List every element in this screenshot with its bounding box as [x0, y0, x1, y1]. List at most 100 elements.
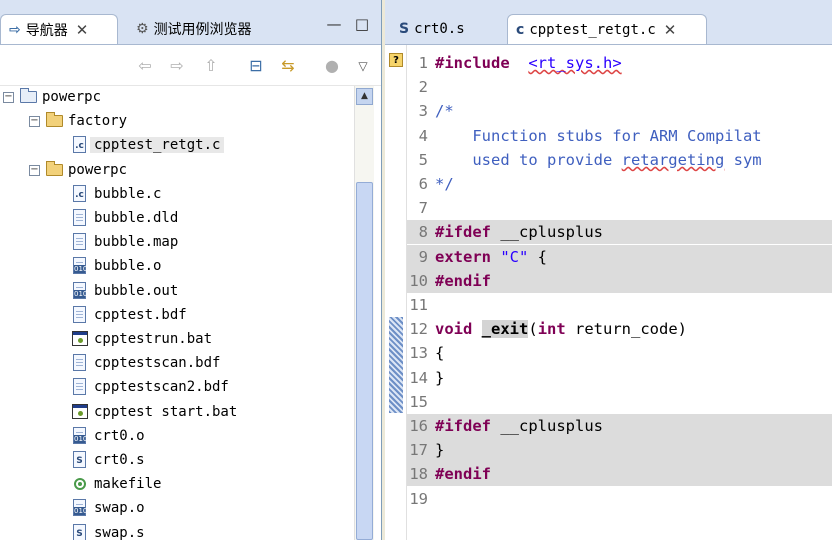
tree-item-label: powerpc	[68, 161, 128, 178]
c-file-icon: c	[516, 21, 525, 38]
view-menu-icon[interactable]: ▽	[352, 55, 374, 77]
code-line: 1 #include <rt_sys.h>	[407, 51, 832, 75]
tab-testcase-browser[interactable]: ⚙ 测试用例浏览器	[128, 14, 260, 44]
code-token: int	[537, 320, 566, 339]
code-token: {	[528, 247, 548, 266]
line-number: 12	[409, 320, 428, 339]
tree-item[interactable]: bubble.dld	[72, 207, 178, 229]
code-line: 3 /*	[407, 99, 832, 123]
expand-toggle[interactable]: −	[29, 116, 40, 128]
code-line: 19	[407, 487, 832, 511]
expand-toggle[interactable]: −	[3, 92, 14, 103]
line-number: 5	[418, 150, 428, 169]
line-number: 18	[409, 465, 428, 484]
expand-toggle[interactable]: −	[29, 164, 40, 176]
project-icon	[20, 88, 37, 106]
tree-item[interactable]: Sswap.s	[72, 522, 145, 540]
tree-item[interactable]: powerpc	[46, 159, 127, 181]
line-number: 15	[409, 392, 428, 411]
tab-crt0-s-label: crt0.s	[414, 21, 465, 37]
scroll-up-icon[interactable]: ▲	[356, 88, 373, 105]
code-token: }	[435, 441, 445, 460]
collapse-all-icon[interactable]: ⊟	[245, 55, 267, 77]
code-line: 10 #endif	[407, 268, 832, 293]
line-number: 19	[409, 489, 428, 508]
c-file-icon: .c	[72, 184, 88, 203]
tab-navigator[interactable]: ⇨ 导航器 ✕	[0, 14, 118, 44]
close-icon[interactable]: ✕	[664, 21, 677, 39]
tree-item[interactable]: bubble.map	[72, 231, 178, 253]
tab-crt0-s[interactable]: S crt0.s	[391, 14, 473, 44]
tree-item-label: swap.o	[94, 500, 145, 517]
tree-item[interactable]: cpptestscan.bdf	[72, 352, 220, 374]
code-token: {	[435, 344, 445, 363]
tree-item[interactable]: cpptestrun.bat	[72, 328, 212, 350]
close-icon[interactable]: ✕	[76, 21, 89, 39]
code-token: sym	[724, 150, 762, 169]
tree-item-label: powerpc	[42, 89, 102, 105]
editor-gutter: ?	[385, 45, 407, 540]
text-file-icon	[72, 354, 88, 372]
tree-item[interactable]: 010 bubble.o	[72, 255, 161, 277]
tree-item-label: factory	[68, 113, 128, 130]
navigator-panel: ⇨ 导航器 ✕ ⚙ 测试用例浏览器 — □ ⇦ ⇨ ⇧ ⊟ ⇆ ● ▽ − pow…	[0, 0, 382, 540]
tree-item-label: bubble.dld	[94, 210, 179, 226]
tree-item[interactable]: 010 swap.o	[72, 497, 145, 519]
tree-item[interactable]: cpptest start.bat	[72, 401, 237, 423]
code-text: #ifdef __cplusplus	[432, 417, 603, 435]
filters-icon[interactable]: ●	[321, 55, 343, 77]
code-line: 6 */	[407, 172, 832, 196]
code-text: }	[432, 441, 444, 459]
text-file-icon	[72, 233, 88, 251]
text-file-icon	[72, 305, 88, 324]
tree-item[interactable]: cpptestscan2.bdf	[72, 376, 229, 398]
code-line: 15	[407, 390, 832, 414]
tree-item[interactable]: .c bubble.c	[72, 183, 161, 205]
warning-icon[interactable]: ?	[389, 53, 403, 67]
code-token: #endif	[435, 465, 491, 484]
code-line: 2	[407, 75, 832, 99]
link-with-editor-icon[interactable]: ⇆	[277, 55, 299, 77]
code-token: #endif	[435, 271, 491, 290]
code-text: void _exit(int return_code)	[432, 320, 687, 339]
minimize-button[interactable]: —	[324, 14, 344, 34]
code-line: 7	[407, 196, 832, 220]
binary-file-icon: 010	[72, 281, 88, 300]
code-text: }	[432, 369, 444, 387]
back-icon[interactable]: ⇦	[134, 55, 156, 77]
tab-cpptest-retgt-c[interactable]: c cpptest_retgt.c ✕	[507, 14, 707, 44]
line-number: 17	[409, 441, 428, 460]
asm-file-icon: S	[399, 21, 410, 37]
code-text: extern "C" {	[432, 248, 547, 266]
tree-item[interactable]: 010 bubble.out	[72, 280, 178, 302]
tree-item-label: crt0.o	[94, 427, 145, 444]
code-text: Function stubs for ARM Compilat	[432, 127, 761, 145]
folder-icon	[46, 160, 63, 179]
batch-file-icon	[72, 330, 88, 348]
tree-item[interactable]: cpptest.bdf	[72, 304, 187, 326]
tree-item[interactable]: powerpc	[20, 86, 101, 108]
code-line: 8 #ifdef __cplusplus	[407, 220, 832, 245]
up-icon[interactable]: ⇧	[200, 55, 222, 77]
code-token: __cplusplus	[491, 417, 603, 435]
code-token: #ifdef	[435, 417, 491, 435]
tab-navigator-label: 导航器	[25, 22, 68, 39]
tree-item-label: bubble.o	[94, 258, 162, 275]
tree-item[interactable]: makefile	[72, 473, 161, 495]
maximize-button[interactable]: □	[352, 14, 372, 34]
tree-item[interactable]: Scrt0.s	[72, 449, 145, 471]
code-line: 13 {	[407, 341, 832, 365]
forward-icon[interactable]: ⇨	[166, 55, 188, 77]
tree-item-label: makefile	[94, 476, 162, 493]
code-editor[interactable]: 1 #include <rt_sys.h> 2 3/* 4 Function stubs…	[407, 45, 832, 540]
editor-panel: S crt0.s c cpptest_retgt.c ✕ ? 1 #include…	[385, 0, 832, 540]
code-line: 16 #ifdef __cplusplus	[407, 414, 832, 438]
tree-scrollbar[interactable]: ▲	[354, 86, 374, 540]
line-number: 8	[418, 223, 428, 242]
tree-item[interactable]: 010 crt0.o	[72, 425, 145, 447]
tree-item[interactable]: factory	[46, 110, 127, 132]
scrollbar-thumb[interactable]	[356, 182, 373, 540]
tree-item[interactable]: .c cpptest_retgt.c	[72, 134, 225, 156]
